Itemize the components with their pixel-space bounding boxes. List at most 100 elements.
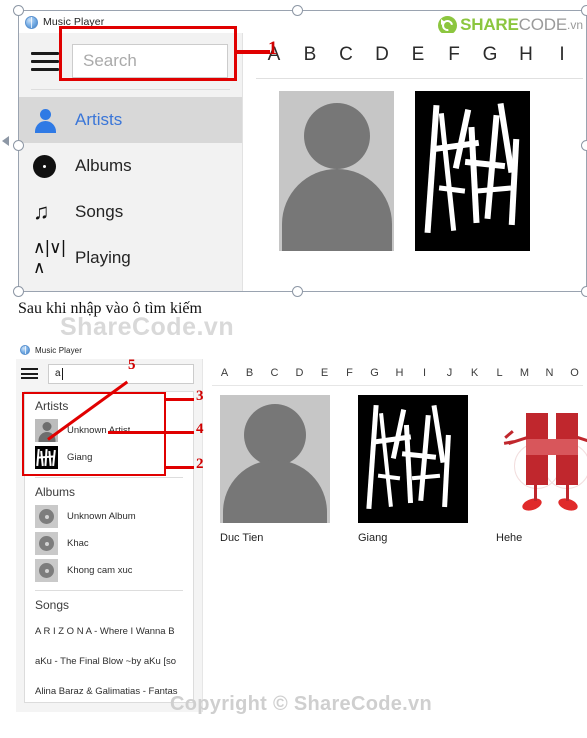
result-row-song[interactable]: A R I Z O N A - Where I Wanna B bbox=[25, 616, 193, 646]
search-value: a bbox=[55, 368, 61, 379]
artist-card[interactable]: Hehe bbox=[496, 395, 587, 544]
alpha-letter[interactable]: B bbox=[237, 367, 262, 379]
artist-card-label: Giang bbox=[358, 532, 388, 544]
artist-card[interactable] bbox=[279, 91, 394, 251]
content-area-2: A B C D E F G H I J K L M N O Duc Tien G… bbox=[204, 359, 587, 712]
annotation-number-2: 2 bbox=[196, 456, 204, 472]
sharecode-logo: SHARE CODE .vn bbox=[438, 15, 583, 35]
sidebar-nav-list: Artists Albums ♫ Songs ∧|∨|∧ Playing bbox=[19, 97, 242, 281]
selection-handle-middle-right[interactable] bbox=[581, 140, 587, 151]
result-row-album[interactable]: Khong cam xuc bbox=[25, 557, 193, 584]
result-label: Alina Baraz & Galimatias - Fantas bbox=[35, 685, 178, 697]
hamburger-menu-icon[interactable] bbox=[31, 51, 59, 71]
logo-text-tld: .vn bbox=[566, 18, 583, 32]
result-label: Khong cam xuc bbox=[67, 565, 133, 576]
alpha-letter[interactable]: E bbox=[400, 44, 436, 66]
annotation-number-4: 4 bbox=[196, 421, 204, 437]
artist-card[interactable] bbox=[415, 91, 530, 251]
alpha-letter[interactable]: E bbox=[312, 367, 337, 379]
artist-card-grid-2: Duc Tien Giang Hehe bbox=[220, 395, 587, 544]
result-row-song[interactable]: aKu - The Final Blow ~by aKu [so bbox=[25, 646, 193, 676]
content-divider bbox=[256, 78, 583, 79]
annotation-number-3: 3 bbox=[196, 388, 204, 404]
sidebar-top-row-2: a bbox=[16, 359, 202, 388]
result-row-album[interactable]: Unknown Album bbox=[25, 503, 193, 530]
disc-icon bbox=[33, 154, 71, 178]
window-title: Music Player bbox=[35, 345, 82, 355]
logo-text-code: CODE bbox=[518, 15, 568, 34]
annotation-leader-1 bbox=[237, 50, 270, 54]
alpha-letter[interactable]: B bbox=[292, 44, 328, 66]
alpha-letter[interactable]: C bbox=[328, 44, 364, 66]
alpha-letter[interactable]: D bbox=[364, 44, 400, 66]
alpha-letter[interactable]: A bbox=[212, 367, 237, 379]
alpha-letter[interactable]: L bbox=[487, 367, 512, 379]
alpha-letter[interactable]: F bbox=[337, 367, 362, 379]
sidebar-item-albums[interactable]: Albums bbox=[19, 143, 242, 189]
sidebar-item-label: Songs bbox=[75, 202, 124, 221]
selection-handle-top-center[interactable] bbox=[292, 5, 303, 16]
artist-card[interactable]: Giang bbox=[358, 395, 468, 544]
alpha-letter[interactable]: H bbox=[387, 367, 412, 379]
alpha-letter[interactable]: J bbox=[437, 367, 462, 379]
app-icon bbox=[20, 345, 30, 355]
results-heading-albums: Albums bbox=[35, 485, 76, 499]
result-row-album[interactable]: Khac bbox=[25, 530, 193, 557]
alpha-letter[interactable]: I bbox=[544, 44, 580, 66]
watermark-bottom: Copyright © ShareCode.vn bbox=[170, 693, 432, 715]
alpha-letter[interactable]: H bbox=[508, 44, 544, 66]
alpha-letter[interactable]: O bbox=[562, 367, 587, 379]
person-icon bbox=[33, 108, 71, 133]
selection-handle-top-left[interactable] bbox=[13, 5, 24, 16]
alpha-letter[interactable]: I bbox=[412, 367, 437, 379]
sidebar-item-label: Playing bbox=[75, 248, 131, 267]
giang-graffiti-art bbox=[415, 91, 530, 251]
alpha-letter[interactable]: M bbox=[512, 367, 537, 379]
selection-handle-top-right[interactable] bbox=[581, 5, 587, 16]
content-area-1: A B C D E F G H I bbox=[244, 33, 587, 292]
sidebar-item-artists[interactable]: Artists bbox=[19, 97, 242, 143]
sidebar-item-label: Albums bbox=[75, 156, 132, 175]
alpha-letter[interactable]: C bbox=[262, 367, 287, 379]
content-divider bbox=[212, 385, 583, 386]
waveform-icon: ∧|∨|∧ bbox=[33, 238, 66, 278]
recycle-logo-icon bbox=[438, 15, 458, 35]
sidebar-item-label: Artists bbox=[75, 110, 123, 129]
annotation-leader-2 bbox=[166, 466, 194, 469]
selection-handle-middle-left[interactable] bbox=[13, 140, 24, 151]
hamburger-menu-icon[interactable] bbox=[21, 368, 38, 379]
results-heading-songs: Songs bbox=[35, 598, 70, 612]
result-label: aKu - The Final Blow ~by aKu [so bbox=[35, 655, 177, 667]
alpha-letter[interactable]: K bbox=[462, 367, 487, 379]
result-label: Unknown Album bbox=[67, 511, 136, 522]
alpha-letter[interactable]: D bbox=[287, 367, 312, 379]
sidebar-item-playing[interactable]: ∧|∨|∧ Playing bbox=[19, 235, 242, 281]
search-input[interactable]: a bbox=[48, 363, 194, 384]
annotation-number-1: 1 bbox=[268, 38, 278, 59]
alpha-letter[interactable]: G bbox=[472, 44, 508, 66]
selection-handle-bottom-right[interactable] bbox=[581, 286, 587, 297]
selection-handle-bottom-left[interactable] bbox=[13, 286, 24, 297]
artist-card-label: Duc Tien bbox=[220, 532, 264, 544]
sidebar-divider bbox=[31, 89, 230, 90]
hehe-mascot-art bbox=[496, 395, 587, 523]
alpha-letter[interactable]: N bbox=[537, 367, 562, 379]
selection-handle-bottom-center[interactable] bbox=[292, 286, 303, 297]
annotation-leader-4 bbox=[108, 431, 194, 434]
artist-card-grid-1 bbox=[279, 91, 530, 251]
artist-card[interactable]: Duc Tien bbox=[220, 395, 330, 544]
app-icon bbox=[25, 15, 38, 29]
alphabet-index-1: A B C D E F G H I bbox=[256, 33, 587, 77]
annotation-leader-3 bbox=[166, 398, 194, 401]
artist-card-label: Hehe bbox=[496, 532, 523, 544]
result-label: Khac bbox=[67, 538, 89, 549]
slide-canvas: Music Player SHARE CODE .vn Search Artis… bbox=[0, 0, 587, 738]
result-row-song[interactable]: Alina Baraz & Galimatias - Fantas bbox=[25, 676, 193, 702]
sidebar-item-songs[interactable]: ♫ Songs bbox=[19, 189, 242, 235]
disc-thumb-icon bbox=[35, 505, 58, 528]
logo-text-share: SHARE bbox=[460, 15, 519, 34]
disc-thumb-icon bbox=[35, 532, 58, 555]
placeholder-avatar-art bbox=[279, 91, 394, 251]
alpha-letter[interactable]: G bbox=[362, 367, 387, 379]
alpha-letter[interactable]: F bbox=[436, 44, 472, 66]
